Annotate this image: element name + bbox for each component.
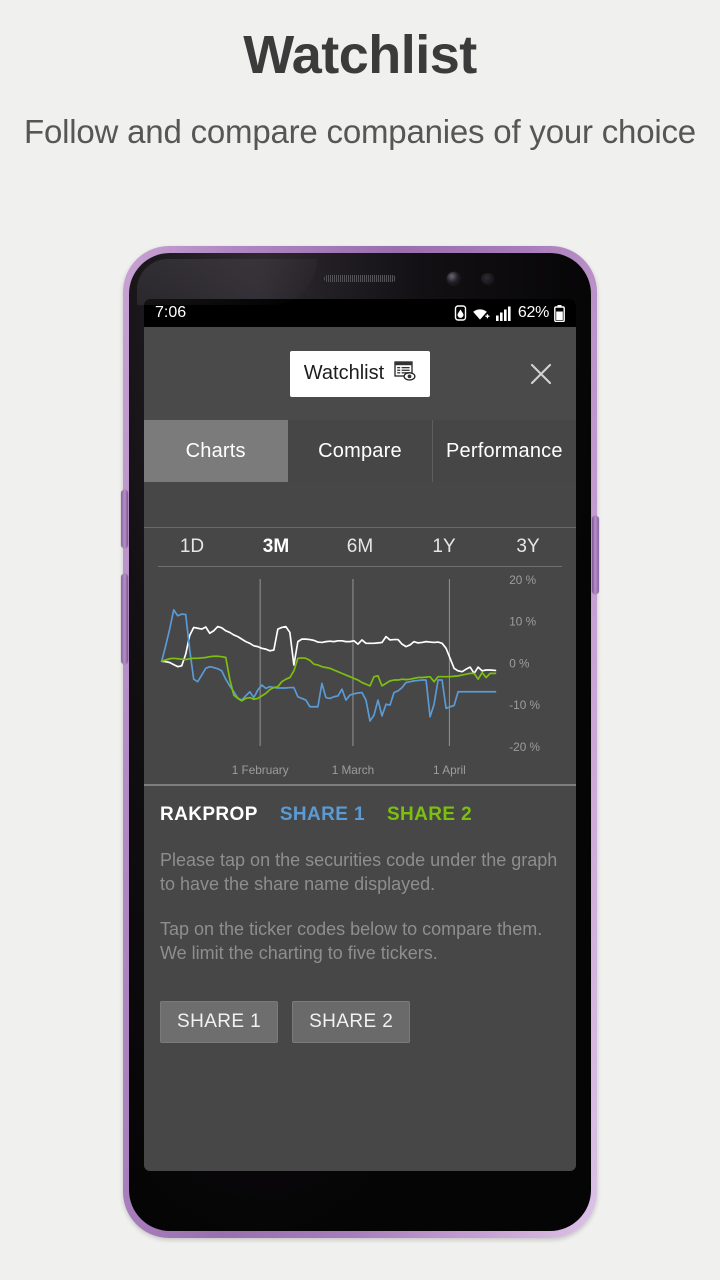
range-3m[interactable]: 3M (234, 536, 318, 558)
range-selector: 1D 3M 6M 1Y 3Y (144, 528, 576, 566)
tab-bar: Charts Compare Performance (144, 420, 576, 482)
tab-subbar (144, 482, 576, 528)
promo-header: Watchlist Follow and compare companies o… (0, 0, 720, 156)
phone-mockup: 7:06 62% Watchlist Charts Compare Perfor… (121, 246, 599, 1238)
svg-text:-20 %: -20 % (509, 740, 540, 754)
tab-performance[interactable]: Performance (432, 420, 576, 482)
svg-text:10 %: 10 % (509, 615, 536, 629)
help-text-line-1: Please tap on the securities code under … (160, 850, 558, 895)
cellular-signal-icon (495, 306, 513, 321)
help-text-line-2: Tap on the ticker codes below to compare… (160, 918, 543, 963)
wifi-icon (472, 306, 491, 321)
svg-text:1 February: 1 February (232, 763, 289, 777)
page-subtitle: Follow and compare companies of your cho… (24, 113, 696, 150)
range-6m[interactable]: 6M (318, 536, 402, 558)
phone-screen: 7:06 62% Watchlist Charts Compare Perfor… (144, 299, 576, 1171)
performance-chart[interactable]: 20 % 10 % 0 % -10 % -20 % 1 February 1 March 1 … (144, 567, 576, 784)
status-bar-icons: 62% (454, 304, 565, 322)
promo-screenshot: Watchlist Follow and compare companies o… (0, 0, 720, 1280)
range-1y[interactable]: 1Y (402, 536, 486, 558)
ticker-button-share-2[interactable]: SHARE 2 (292, 1001, 411, 1044)
svg-text:0 %: 0 % (509, 656, 530, 670)
battery-percent-label: 62% (517, 304, 549, 321)
range-3y[interactable]: 3Y (486, 536, 570, 558)
proximity-sensor (481, 273, 495, 285)
volume-up-button[interactable] (121, 490, 128, 548)
battery-icon (554, 304, 565, 322)
ticker-button-share-1[interactable]: SHARE 1 (160, 1001, 279, 1044)
status-bar-time: 7:06 (155, 304, 187, 321)
tab-charts[interactable]: Charts (144, 420, 289, 482)
power-button[interactable] (592, 516, 599, 594)
ticker-button-row: SHARE 1 SHARE 2 (160, 1001, 560, 1044)
legend-item-share-1[interactable]: SHARE 1 (280, 804, 365, 826)
series-legend: RAKPROP SHARE 1 SHARE 2 (160, 804, 560, 826)
svg-text:1 March: 1 March (332, 763, 375, 777)
watchlist-title-chip[interactable]: Watchlist (289, 350, 431, 397)
legend-item-share-2[interactable]: SHARE 2 (387, 804, 472, 826)
svg-text:-10 %: -10 % (509, 698, 540, 712)
svg-text:1 April: 1 April (433, 763, 466, 777)
legend-item-rakprop[interactable]: RAKPROP (160, 804, 258, 826)
front-camera-icon (447, 272, 460, 285)
status-bar: 7:06 62% (144, 299, 576, 327)
water-drop-icon (454, 305, 467, 321)
tab-compare[interactable]: Compare (288, 420, 433, 482)
chart-details-panel: RAKPROP SHARE 1 SHARE 2 Please tap on th… (144, 786, 576, 1044)
range-1d[interactable]: 1D (150, 536, 234, 558)
chart-canvas: 20 % 10 % 0 % -10 % -20 % 1 February 1 March 1 … (160, 573, 540, 777)
app-bar-title: Watchlist (303, 362, 385, 384)
volume-down-button[interactable] (121, 574, 128, 664)
close-icon[interactable] (528, 361, 554, 387)
watchlist-document-eye-icon (394, 360, 416, 388)
page-title: Watchlist (243, 25, 477, 85)
app-bar: Watchlist (144, 327, 576, 420)
earpiece-speaker (324, 275, 396, 282)
phone-glass: 7:06 62% Watchlist Charts Compare Perfor… (129, 253, 591, 1231)
svg-text:20 %: 20 % (509, 573, 536, 587)
